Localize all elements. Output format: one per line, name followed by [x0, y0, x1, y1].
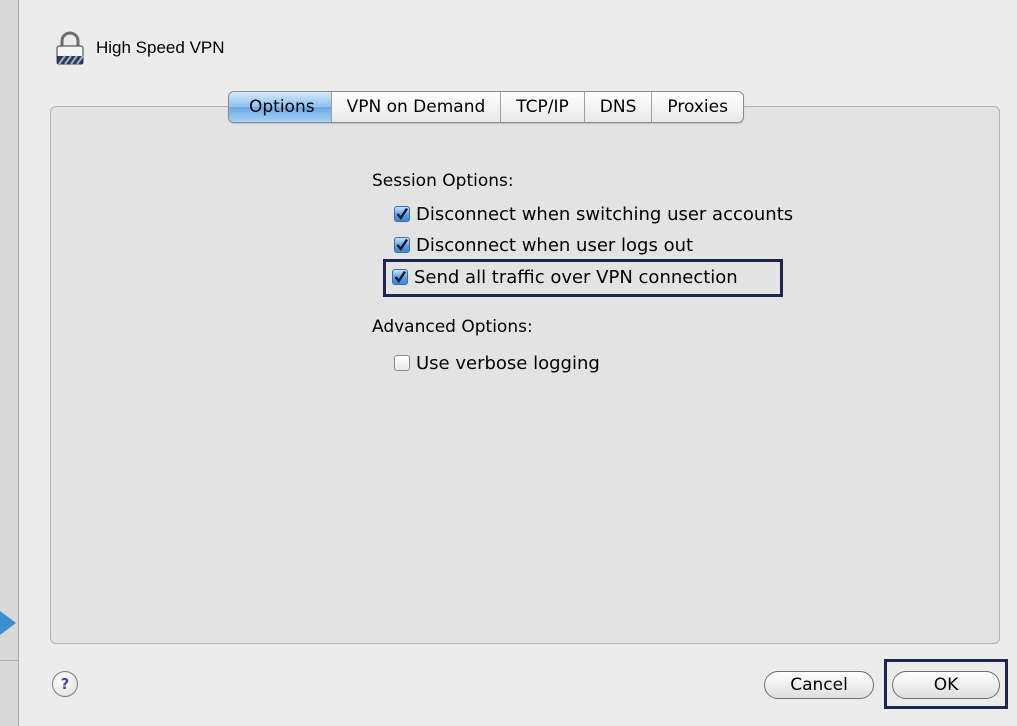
checkbox-unchecked-icon[interactable]: [394, 355, 410, 371]
option-label: Disconnect when switching user accounts: [416, 203, 794, 225]
option-label: Use verbose logging: [416, 352, 600, 374]
divider: [0, 660, 18, 661]
sidebar-arrow-icon: [0, 611, 16, 635]
background-window-edge: [0, 0, 19, 726]
advanced-options-heading: Advanced Options:: [372, 317, 533, 337]
ok-button[interactable]: OK: [892, 671, 1000, 699]
session-options-heading: Session Options:: [372, 171, 514, 191]
tab-dns[interactable]: DNS: [583, 92, 652, 122]
help-button[interactable]: ?: [52, 671, 78, 697]
tab-options[interactable]: Options: [229, 92, 331, 122]
sheet-header: High Speed VPN: [52, 30, 225, 66]
tab-panel: [50, 106, 1000, 644]
lock-icon: [52, 30, 88, 66]
tab-vpn-on-demand[interactable]: VPN on Demand: [330, 92, 501, 122]
checkbox-checked-icon[interactable]: [394, 237, 410, 253]
verbose-logging-option[interactable]: Use verbose logging: [394, 351, 600, 375]
question-icon: ?: [60, 675, 70, 693]
connection-title: High Speed VPN: [96, 38, 225, 57]
tab-bar: Options VPN on Demand TCP/IP DNS Proxies: [228, 91, 744, 123]
send-all-traffic-option[interactable]: Send all traffic over VPN connection: [392, 265, 738, 289]
option-label: Send all traffic over VPN connection: [414, 266, 738, 288]
tab-tcp-ip[interactable]: TCP/IP: [500, 92, 584, 122]
disconnect-switching-option[interactable]: Disconnect when switching user accounts: [394, 202, 793, 226]
tab-proxies[interactable]: Proxies: [651, 92, 743, 122]
checkbox-checked-icon[interactable]: [392, 269, 408, 285]
disconnect-logout-option[interactable]: Disconnect when user logs out: [394, 233, 693, 257]
checkbox-checked-icon[interactable]: [394, 206, 410, 222]
cancel-button[interactable]: Cancel: [764, 671, 874, 699]
option-label: Disconnect when user logs out: [416, 234, 694, 256]
